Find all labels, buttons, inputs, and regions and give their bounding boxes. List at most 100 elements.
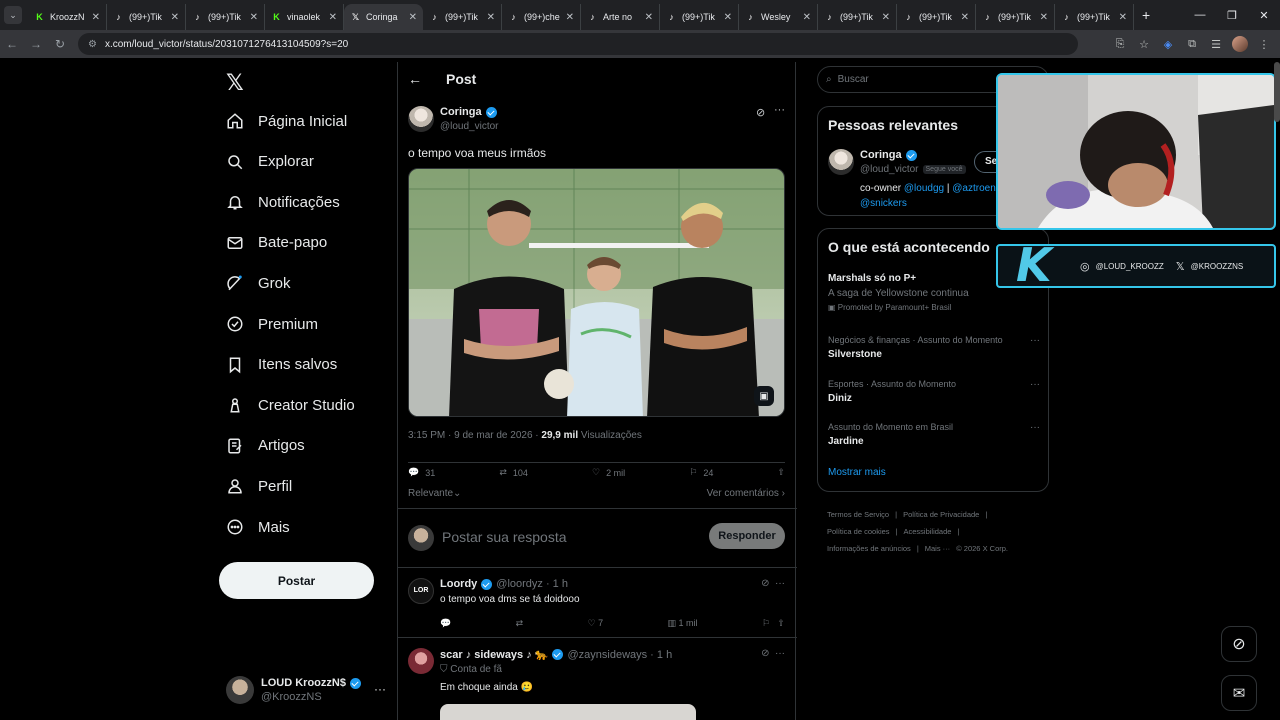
bio-link[interactable]: @aztroen (952, 183, 996, 194)
author-name[interactable]: Coringa (440, 106, 499, 118)
browser-tab[interactable]: ♪ (99+)Tik ✕ (818, 4, 897, 30)
trend-more-icon[interactable]: ··· (1030, 379, 1040, 390)
browser-tab[interactable]: 𝕏 Coringa ✕ (344, 4, 423, 30)
close-tab-icon[interactable]: ✕ (566, 12, 574, 23)
post-button[interactable]: Postar (219, 562, 374, 599)
bookmark-action[interactable]: ⚐ 24 (689, 467, 713, 478)
close-tab-icon[interactable]: ✕ (171, 12, 179, 23)
reply-button[interactable]: Responder (709, 523, 785, 549)
close-tab-icon[interactable]: ✕ (882, 12, 890, 23)
close-tab-icon[interactable]: ✕ (92, 12, 100, 23)
nav-item-bate-papo[interactable]: Bate-papo (226, 228, 327, 258)
maximize-button[interactable]: ❐ (1216, 9, 1248, 22)
grok-explain-icon[interactable]: ⊘ (756, 106, 765, 119)
reply-author[interactable]: Loordy @loordyz · 1 h (440, 578, 568, 590)
trend-item[interactable]: Esportes · Assunto do Momento Diniz ··· (828, 379, 1040, 404)
tab-search-button[interactable]: ⌄ (4, 6, 22, 24)
messages-fab-button[interactable]: ✉ (1221, 675, 1257, 711)
new-tab-button[interactable]: + (1142, 7, 1150, 23)
show-more-link[interactable]: Mostrar mais (828, 467, 886, 478)
close-tab-icon[interactable]: ✕ (1040, 12, 1048, 23)
nav-item-artigos[interactable]: Artigos (226, 431, 305, 461)
chrome-menu-icon[interactable]: ⋮ (1256, 38, 1272, 51)
browser-tab[interactable]: ♪ (99+)Tik ✕ (897, 4, 976, 30)
reply-more-icon[interactable]: ⊘ ··· (761, 648, 785, 659)
nav-item-premium[interactable]: Premium (226, 309, 318, 339)
reply-input[interactable]: Postar sua resposta (442, 529, 567, 545)
bio-link[interactable]: @snickers (860, 198, 907, 209)
nav-item-pagina-inicial[interactable]: Página Inicial (226, 106, 347, 136)
close-tab-icon[interactable]: ✕ (645, 12, 653, 23)
nav-item-itens-salvos[interactable]: Itens salvos (226, 350, 337, 380)
reply-action[interactable]: 💬 31 (408, 467, 435, 478)
browser-tab[interactable]: ♪ (99+)Tik ✕ (107, 4, 186, 30)
scrollbar[interactable] (1274, 62, 1280, 122)
close-tab-icon[interactable]: ✕ (961, 12, 969, 23)
reply-author[interactable]: scar ♪ sideways ♪ 🐆 @zaynsideways · 1 h (440, 648, 672, 662)
grok-fab-button[interactable]: ⊘ (1221, 626, 1257, 662)
repost-icon[interactable]: ⇄ (516, 618, 524, 629)
browser-tab[interactable]: ♪ (99+)Tik ✕ (423, 4, 502, 30)
profile-avatar[interactable] (1232, 36, 1248, 52)
trend-more-icon[interactable]: ··· (1030, 335, 1040, 346)
browser-tab[interactable]: ♪ Wesley ✕ (739, 4, 818, 30)
nav-item-perfil[interactable]: Perfil (226, 471, 292, 501)
repost-action[interactable]: ⇄ 104 (499, 467, 528, 478)
browser-tab[interactable]: K KroozzN ✕ (28, 4, 107, 30)
close-tab-icon[interactable]: ✕ (329, 12, 337, 23)
reply-more-icon[interactable]: ⊘ ··· (761, 578, 785, 589)
avatar[interactable] (408, 648, 434, 674)
close-tab-icon[interactable]: ✕ (803, 12, 811, 23)
footer-link[interactable]: Mais ··· (925, 544, 950, 553)
reload-button[interactable]: ↻ (48, 37, 72, 51)
footer-link[interactable]: Termos de Serviço (827, 510, 889, 519)
share-action[interactable]: ⇧ (777, 467, 785, 478)
post-timestamp[interactable]: 3:15 PM · 9 de mar de 2026 · (408, 430, 541, 441)
nav-item-grok[interactable]: Grok (226, 268, 291, 298)
nav-item-explorar[interactable]: Explorar (226, 147, 314, 177)
post-photo[interactable]: ▣ (408, 168, 785, 417)
browser-tab[interactable]: ♪ (99+)Tik ✕ (976, 4, 1055, 30)
reply-item[interactable]: LOR Loordy @loordyz · 1 h ⊘ ··· o tempo … (398, 568, 797, 638)
avatar[interactable] (828, 149, 854, 175)
trend-item[interactable]: Assunto do Momento em Brasil Jardine ··· (828, 422, 1040, 447)
bookmark-share[interactable]: ⚐ ⇧ (762, 618, 785, 629)
nav-item-notificacoes[interactable]: Notificações (226, 187, 340, 217)
address-bar[interactable]: ⚙ x.com/loud_victor/status/2031071276413… (78, 33, 1078, 55)
close-tab-icon[interactable]: ✕ (250, 12, 258, 23)
install-app-icon[interactable]: ⎘ (1112, 38, 1128, 51)
close-window-button[interactable]: ✕ (1248, 9, 1280, 22)
author-avatar[interactable] (408, 106, 434, 132)
x-logo-icon[interactable]: 𝕏 (226, 70, 244, 96)
avatar[interactable]: LOR (408, 578, 434, 604)
more-options-icon[interactable]: ··· (374, 682, 386, 696)
bookmark-star-icon[interactable]: ☆ (1136, 38, 1152, 51)
trend-more-icon[interactable]: ··· (1030, 422, 1040, 433)
browser-tab[interactable]: ♪ (99+)che ✕ (502, 4, 581, 30)
reply-item[interactable]: scar ♪ sideways ♪ 🐆 @zaynsideways · 1 h … (398, 638, 797, 720)
nav-item-creator-studio[interactable]: Creator Studio (226, 390, 355, 420)
trend-item[interactable]: Negócios & finanças · Assunto do Momento… (828, 335, 1040, 360)
browser-tab[interactable]: ♪ (99+)Tik ✕ (1055, 4, 1134, 30)
minimize-button[interactable]: — (1184, 9, 1216, 21)
browser-tab[interactable]: ♪ (99+)Tik ✕ (186, 4, 265, 30)
bio-link[interactable]: @loudgg (904, 183, 944, 194)
browser-tab[interactable]: ♪ Arte no ✕ (581, 4, 660, 30)
sort-dropdown[interactable]: Relevante⌄ (408, 488, 461, 499)
site-info-icon[interactable]: ⚙ (88, 39, 97, 50)
close-tab-icon[interactable]: ✕ (1119, 12, 1127, 23)
account-switcher[interactable]: LOUD KroozzN$ @KroozzNS ··· (226, 672, 386, 708)
browser-tab[interactable]: ♪ (99+)Tik ✕ (660, 4, 739, 30)
close-tab-icon[interactable]: ✕ (409, 12, 417, 23)
extension-icon[interactable]: ◈ (1160, 38, 1176, 51)
reading-list-icon[interactable]: ☰ (1208, 38, 1224, 51)
like-action[interactable]: ♡ 7 (587, 618, 603, 629)
footer-link[interactable]: Política de cookies (827, 527, 890, 536)
back-arrow-icon[interactable]: ← (408, 71, 428, 87)
like-action[interactable]: ♡ 2 mil (592, 467, 625, 478)
extensions-puzzle-icon[interactable]: ⧉ (1184, 38, 1200, 51)
post-more-icon[interactable]: ··· (774, 104, 785, 116)
back-nav-button[interactable]: ← (0, 37, 24, 51)
reply-icon[interactable]: 💬 (440, 618, 451, 629)
views-action[interactable]: ▥ 1 mil (667, 618, 697, 629)
